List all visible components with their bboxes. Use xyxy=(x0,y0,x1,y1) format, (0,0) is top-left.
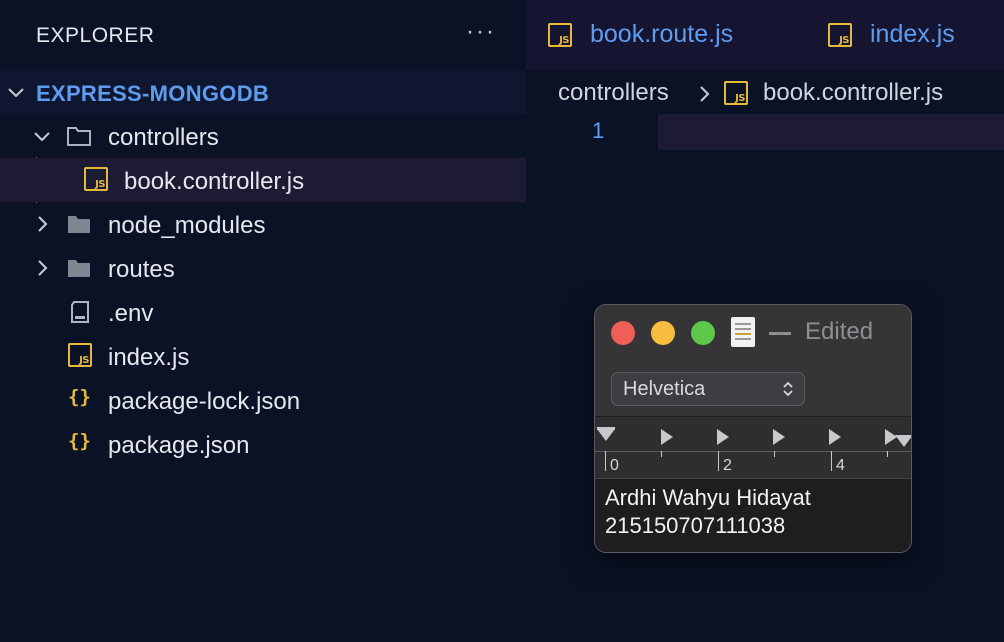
chevron-down-icon xyxy=(32,126,52,146)
font-family-select[interactable]: Helvetica xyxy=(611,372,805,406)
tree-item-label: node_modules xyxy=(108,212,266,239)
json-icon: {} xyxy=(68,386,91,408)
ruler-marks xyxy=(595,427,911,471)
tree-item-package-json[interactable]: {} package.json xyxy=(0,422,526,466)
javascript-icon: JS xyxy=(84,167,110,193)
tab-index-js[interactable]: JS index.js xyxy=(828,18,998,52)
javascript-icon: JS xyxy=(724,81,748,105)
ruler[interactable]: 0 2 4 xyxy=(595,417,911,479)
tree-item-env[interactable]: .env xyxy=(0,290,526,334)
line-number: 1 xyxy=(592,118,605,143)
textedit-window[interactable]: Edited Helvetica 0 2 4 Ardhi Wahyu Hiday… xyxy=(594,304,912,553)
tab-bar: JS book.route.js JS index.js xyxy=(526,0,1004,70)
tab-book-route[interactable]: JS book.route.js xyxy=(548,18,788,52)
font-family-value: Helvetica xyxy=(623,378,706,400)
current-line-highlight[interactable] xyxy=(658,114,1004,150)
window-titlebar[interactable]: Edited xyxy=(595,305,911,361)
breadcrumb-folder[interactable]: controllers xyxy=(558,79,669,107)
ruler-label: 2 xyxy=(723,457,732,474)
ruler-label: 4 xyxy=(836,457,845,474)
project-root-row[interactable]: EXPRESS-MONGODB xyxy=(0,70,526,114)
select-arrows-icon xyxy=(782,379,794,399)
javascript-icon: JS xyxy=(548,23,572,47)
tree-item-label: package-lock.json xyxy=(108,388,301,415)
title-separator xyxy=(769,332,791,335)
explorer-header: EXPLORER ··· xyxy=(0,0,526,70)
javascript-icon: JS xyxy=(68,343,94,369)
tab-label: index.js xyxy=(870,20,955,48)
folder-icon xyxy=(66,255,92,281)
breadcrumb: controllers JS book.controller.js xyxy=(558,78,998,110)
folder-open-icon xyxy=(66,123,92,149)
tree-item-label: package.json xyxy=(108,432,250,459)
text-line: Ardhi Wahyu Hidayat xyxy=(605,485,811,510)
close-window-button[interactable] xyxy=(611,321,635,345)
javascript-icon: JS xyxy=(828,23,852,47)
document-text-area[interactable]: Ardhi Wahyu Hidayat 215150707111038 xyxy=(595,479,911,552)
chevron-right-icon xyxy=(32,258,52,278)
tree-item-label: routes xyxy=(108,256,175,283)
file-icon xyxy=(68,299,94,325)
tree-item-index-js[interactable]: JS index.js xyxy=(0,334,526,378)
breadcrumb-file[interactable]: book.controller.js xyxy=(763,79,943,107)
tree-item-book-controller[interactable]: JS book.controller.js xyxy=(0,158,526,202)
folder-icon xyxy=(66,211,92,237)
tree-item-label: book.controller.js xyxy=(124,168,305,195)
tab-label: book.route.js xyxy=(590,20,734,48)
explorer-sidebar: EXPLORER ··· EXPRESS-MONGODB controllers… xyxy=(0,0,526,642)
zoom-window-button[interactable] xyxy=(691,321,715,345)
window-title: Edited xyxy=(805,318,874,345)
chevron-right-icon xyxy=(32,214,52,234)
json-icon: {} xyxy=(68,430,91,452)
minimize-window-button[interactable] xyxy=(651,321,675,345)
tree-item-package-lock[interactable]: {} package-lock.json xyxy=(0,378,526,422)
chevron-right-icon xyxy=(694,84,714,104)
tree-item-controllers[interactable]: controllers xyxy=(0,114,526,158)
explorer-title: EXPLORER xyxy=(36,24,155,47)
format-toolbar: Helvetica xyxy=(595,361,911,417)
chevron-down-icon xyxy=(6,82,26,102)
tree-item-label: .env xyxy=(108,300,154,327)
tree-item-node-modules[interactable]: node_modules xyxy=(0,202,526,246)
tree-item-label: index.js xyxy=(108,344,190,371)
project-name: EXPRESS-MONGODB xyxy=(36,81,270,106)
tree-item-routes[interactable]: routes xyxy=(0,246,526,290)
tree-item-label: controllers xyxy=(108,124,219,151)
ruler-label: 0 xyxy=(610,457,619,474)
more-actions-icon[interactable]: ··· xyxy=(466,18,496,46)
text-line: 215150707111038 xyxy=(605,513,786,538)
document-icon xyxy=(731,317,755,347)
